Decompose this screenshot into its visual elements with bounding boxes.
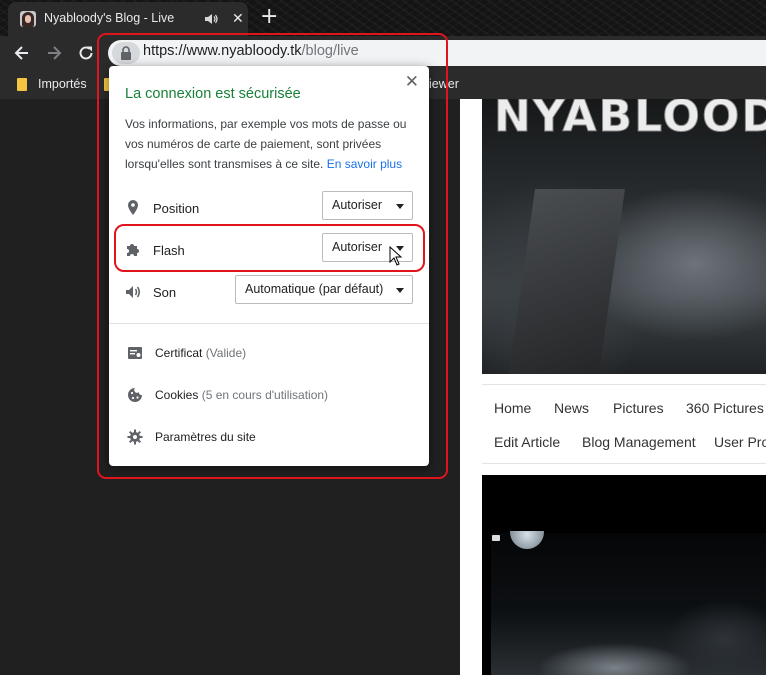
nav-home[interactable]: Home — [494, 400, 531, 416]
folder-icon — [17, 78, 27, 91]
tab-strip: Nyabloody's Blog - Live ✕ + — [0, 0, 766, 36]
forward-arrow-icon[interactable] — [44, 43, 64, 63]
nav-user-profile[interactable]: User Pro — [714, 434, 766, 450]
reload-icon[interactable] — [76, 43, 96, 63]
banner-rock — [508, 189, 625, 374]
site-logo-text: NYABLOODY — [494, 99, 766, 143]
nav-360-pictures[interactable]: 360 Pictures — [686, 400, 764, 416]
bookmark-importes[interactable]: Importés — [38, 77, 87, 91]
tab-close-icon[interactable]: ✕ — [232, 11, 244, 27]
nav-news[interactable]: News — [554, 400, 589, 416]
nav-pictures[interactable]: Pictures — [613, 400, 664, 416]
new-tab-button[interactable]: + — [260, 5, 278, 29]
favicon-icon — [20, 11, 36, 27]
live-video-player[interactable] — [482, 475, 766, 675]
video-frame — [491, 533, 766, 675]
mouse-cursor-icon — [389, 246, 402, 266]
nav-blog-management[interactable]: Blog Management — [582, 434, 696, 450]
camera-icon — [492, 535, 500, 541]
highlight-outline-flash — [114, 224, 425, 272]
browser-tab[interactable]: Nyabloody's Blog - Live ✕ — [8, 2, 248, 36]
blog-navigation: Home News Pictures 360 Pictures Edit Art… — [482, 384, 766, 464]
site-header-banner: NYABLOODY — [482, 99, 766, 374]
nav-edit-article[interactable]: Edit Article — [494, 434, 560, 450]
tab-title: Nyabloody's Blog - Live — [44, 11, 175, 25]
back-arrow-icon[interactable] — [12, 43, 32, 63]
audio-playing-icon[interactable] — [204, 12, 218, 26]
